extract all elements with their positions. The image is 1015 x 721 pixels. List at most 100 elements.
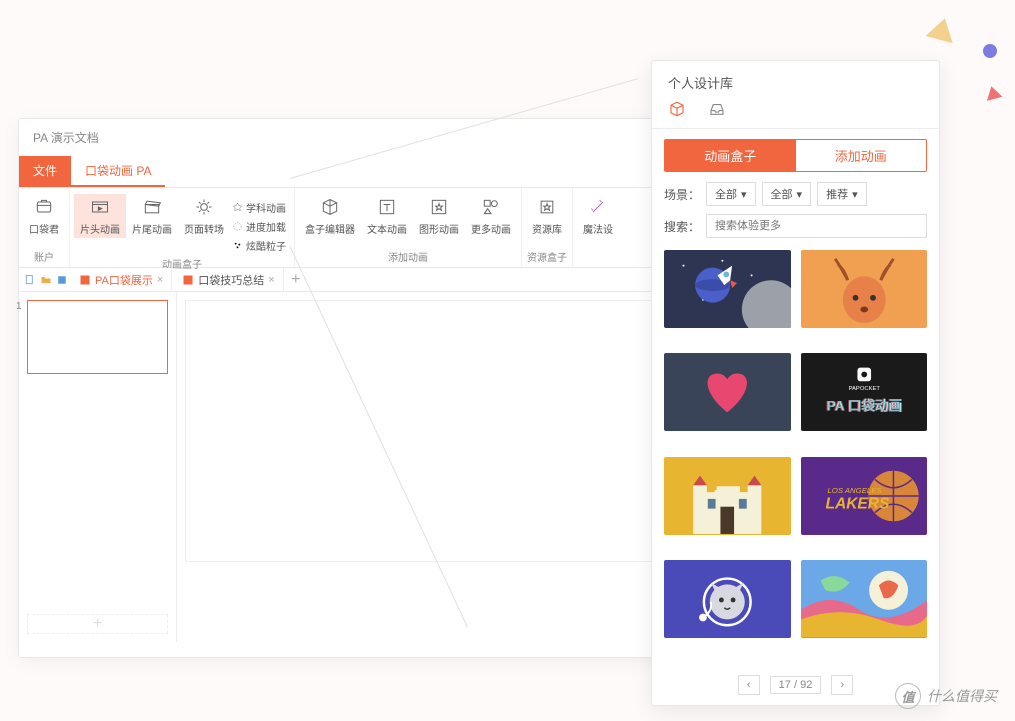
panel-title: 个人设计库 — [652, 61, 939, 100]
ribbon-item-shape-anim[interactable]: 图形动画 — [413, 194, 465, 238]
pager-current: 17 — [779, 679, 791, 691]
ribbon-item-library[interactable]: 资源库 — [526, 194, 568, 238]
template-card-cat[interactable] — [664, 560, 791, 638]
template-card-deer[interactable] — [801, 250, 928, 328]
document-tabs: PA口袋展示 × 口袋技巧总结 × + — [19, 268, 666, 292]
panel-tab-animation-box[interactable]: 动画盒子 — [665, 140, 796, 171]
ribbon-text-column: 学科动画 进度加载 炫酷粒子 — [230, 194, 290, 253]
ribbon-item-intro-anim[interactable]: 片头动画 — [74, 194, 126, 238]
chevron-down-icon: ▾ — [797, 188, 803, 201]
svg-text:PAPOCKET: PAPOCKET — [848, 386, 880, 392]
filter-row: 场景： 全部 ▾ 全部 ▾ 推荐 ▾ — [652, 172, 939, 206]
decoration-triangle-yellow — [926, 15, 959, 43]
inbox-tab-icon[interactable] — [708, 100, 728, 120]
tab-pocket-animation[interactable]: 口袋动画 PA — [71, 156, 165, 187]
group-label: 添加动画 — [388, 246, 428, 267]
filter-label: 场景： — [664, 186, 700, 203]
search-row: 搜索： — [652, 206, 939, 238]
decoration-triangle-red — [984, 84, 1003, 101]
ribbon-group-add-anim: 盒子编辑器 文本动画 图形动画 更多动画 添加动画 — [295, 188, 522, 267]
ribbon-item-outro-anim[interactable]: 片尾动画 — [126, 194, 178, 238]
text-icon — [376, 196, 398, 218]
template-card-lakers[interactable]: LOS ANGELESLAKERS — [801, 457, 928, 535]
canvas-area — [177, 292, 666, 642]
ribbon: 口袋君 账户 片头动画 片尾动画 页面转场 — [19, 188, 666, 268]
svg-text:LAKERS: LAKERS — [825, 495, 890, 512]
pocket-icon — [33, 196, 55, 218]
ribbon-label: 页面转场 — [184, 221, 224, 236]
ribbon-item-transition[interactable]: 页面转场 — [178, 194, 230, 238]
ribbon-label: 更多动画 — [471, 221, 511, 236]
ribbon-label: 片尾动画 — [132, 221, 172, 236]
template-card-rocket[interactable] — [664, 250, 791, 328]
save-icon[interactable] — [55, 273, 69, 287]
decoration-circle — [983, 44, 997, 58]
template-card-papocket[interactable]: PAPOCKETPA 口袋动画PA 口袋动画PA 口袋动画 — [801, 353, 928, 431]
filter-scene[interactable]: 全部 ▾ — [706, 182, 756, 206]
template-card-abstract[interactable] — [801, 560, 928, 638]
ribbon-text-particles[interactable]: 炫酷粒子 — [232, 238, 286, 253]
watermark: 值 什么值得买 — [895, 683, 997, 709]
design-library-panel: 个人设计库 动画盒子 添加动画 场景： 全部 ▾ 全部 ▾ 推荐 ▾ 搜索： P… — [651, 60, 940, 706]
filter-all[interactable]: 全部 ▾ — [762, 182, 812, 206]
panel-tabs: 动画盒子 添加动画 — [664, 139, 927, 172]
tab-file[interactable]: 文件 — [19, 156, 71, 187]
panel-tab-add-animation[interactable]: 添加动画 — [796, 140, 927, 171]
ribbon-label: 口袋君 — [29, 221, 59, 236]
ribbon-label: 文本动画 — [367, 221, 407, 236]
filter-recommend[interactable]: 推荐 ▾ — [817, 182, 867, 206]
ribbon-item-magic[interactable]: 魔法设 — [577, 194, 619, 238]
close-icon[interactable]: × — [268, 274, 274, 286]
slide-thumbnail[interactable]: 1 — [27, 300, 168, 374]
app-window: PA 演示文档 文件 口袋动画 PA 口袋君 账户 片头动画 — [18, 118, 667, 658]
watermark-text: 什么值得买 — [927, 686, 997, 706]
panel-icon-tabs — [652, 100, 939, 129]
ribbon-label: 资源库 — [532, 221, 562, 236]
ppt-icon — [79, 274, 91, 286]
doc-tab-label: PA口袋展示 — [95, 272, 153, 288]
new-doc-icon[interactable] — [23, 273, 37, 287]
search-label: 搜索： — [664, 218, 700, 235]
film-play-icon — [89, 196, 111, 218]
template-card-heart[interactable] — [664, 353, 791, 431]
clapperboard-icon — [141, 196, 163, 218]
close-icon[interactable]: × — [157, 274, 163, 286]
ribbon-text-progress[interactable]: 进度加载 — [232, 219, 286, 234]
pager-total: 92 — [800, 679, 812, 691]
open-folder-icon[interactable] — [39, 273, 53, 287]
shapes-icon — [480, 196, 502, 218]
search-input[interactable] — [706, 214, 927, 238]
box-tab-icon[interactable] — [668, 100, 688, 120]
pager-next-button[interactable]: › — [831, 675, 853, 695]
doc-tab-2[interactable]: 口袋技巧总结 × — [174, 268, 283, 291]
ribbon-group-account: 口袋君 账户 — [19, 188, 70, 267]
template-card-castle[interactable] — [664, 457, 791, 535]
template-grid: PAPOCKETPA 口袋动画PA 口袋动画PA 口袋动画 LOS ANGELE… — [652, 238, 939, 665]
slide-number: 1 — [16, 301, 22, 312]
watermark-logo-icon: 值 — [895, 683, 921, 709]
ribbon-item-box-editor[interactable]: 盒子编辑器 — [299, 194, 361, 238]
main-tab-strip: 文件 口袋动画 PA — [19, 156, 666, 188]
ribbon-text-subject[interactable]: 学科动画 — [232, 200, 286, 215]
ribbon-item-text-anim[interactable]: 文本动画 — [361, 194, 413, 238]
svg-text:LOS ANGELES: LOS ANGELES — [827, 486, 882, 495]
ribbon-group-resources: 资源库 资源盒子 — [522, 188, 573, 267]
star-box-icon — [428, 196, 450, 218]
pager-prev-button[interactable]: ‹ — [738, 675, 760, 695]
sun-icon — [193, 196, 215, 218]
chevron-down-icon: ▾ — [852, 188, 858, 201]
library-icon — [536, 196, 558, 218]
magic-icon — [587, 196, 609, 218]
ribbon-label: 魔法设 — [583, 221, 613, 236]
ribbon-label: 盒子编辑器 — [305, 221, 355, 236]
add-slide-button[interactable]: + — [27, 614, 168, 634]
doc-tab-1[interactable]: PA口袋展示 × — [71, 268, 172, 291]
cube-icon — [319, 196, 341, 218]
window-title: PA 演示文档 — [19, 119, 666, 156]
pager-display: 17 / 92 — [770, 676, 822, 694]
ribbon-label: 片头动画 — [80, 221, 120, 236]
slide-canvas[interactable] — [185, 300, 658, 562]
ribbon-item-pocket[interactable]: 口袋君 — [23, 194, 65, 238]
ribbon-item-more-anim[interactable]: 更多动画 — [465, 194, 517, 238]
ribbon-label: 图形动画 — [419, 221, 459, 236]
